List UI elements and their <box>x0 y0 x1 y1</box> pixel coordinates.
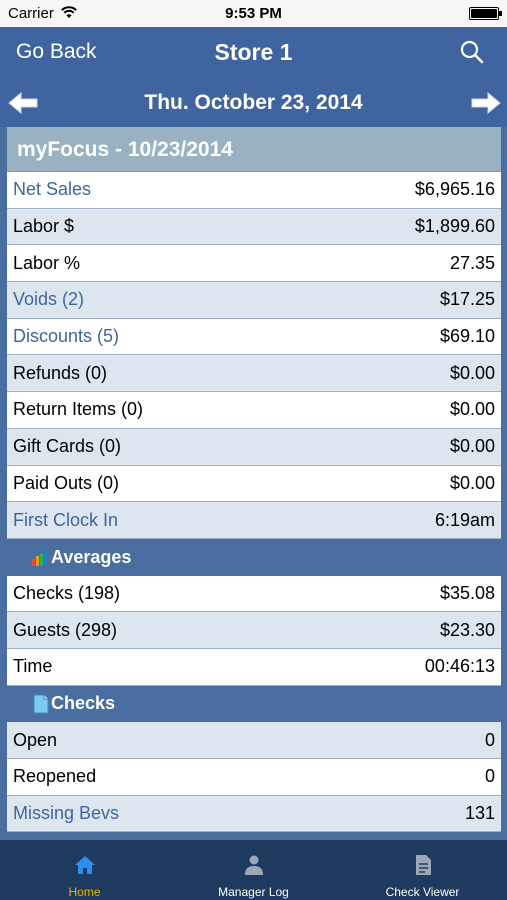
row-labor-percent: Labor % 27.35 <box>7 245 501 283</box>
row-value: $35.08 <box>439 582 495 603</box>
row-first-clock-in[interactable]: First Clock In 6:19am <box>7 502 501 539</box>
row-value: $6,965.16 <box>414 179 495 200</box>
focus-header: myFocus - 10/23/2014 <box>7 127 501 172</box>
row-net-sales[interactable]: Net Sales $6,965.16 <box>7 172 501 209</box>
row-label: Refunds (0) <box>13 362 108 383</box>
row-value: $0.00 <box>449 362 495 383</box>
row-value: 00:46:13 <box>424 656 495 677</box>
home-icon <box>74 856 95 874</box>
row-value: $0.00 <box>449 472 495 493</box>
report-content: myFocus - 10/23/2014 Net Sales $6,965.16… <box>7 127 501 833</box>
tab-bar: Home Manager Log Check Viewer <box>0 840 507 900</box>
navigation-bar: Go Back Store 1 <box>0 27 507 79</box>
row-label: Paid Outs (0) <box>13 472 120 493</box>
row-value: 131 <box>464 803 495 824</box>
tab-label: Manager Log <box>218 885 289 899</box>
row-value: 0 <box>484 729 495 750</box>
person-icon <box>244 855 263 875</box>
tab-manager-log[interactable]: Manager Log <box>169 840 338 900</box>
search-icon[interactable] <box>459 39 485 65</box>
date-bar: Thu. October 23, 2014 <box>0 79 507 127</box>
row-label: Labor % <box>13 252 81 273</box>
row-label: Guests (298) <box>13 619 118 640</box>
row-open: Open 0 <box>7 722 501 759</box>
status-bar: Carrier 9:53 PM <box>0 0 507 27</box>
tab-check-viewer[interactable]: Check Viewer <box>338 840 507 900</box>
row-paid-outs: Paid Outs (0) $0.00 <box>7 465 501 503</box>
tab-home[interactable]: Home <box>0 840 169 900</box>
row-value: $0.00 <box>449 399 495 420</box>
row-value: $69.10 <box>439 326 495 347</box>
document-icon <box>415 855 431 875</box>
averages-section-header: Averages <box>7 538 501 576</box>
row-gift-cards: Gift Cards (0) $0.00 <box>7 428 501 466</box>
row-label: Checks (198) <box>13 582 121 603</box>
status-time: 9:53 PM <box>225 5 282 22</box>
row-value: 0 <box>484 766 495 787</box>
row-value: $0.00 <box>449 436 495 457</box>
document-icon <box>33 694 49 714</box>
row-value: $1,899.60 <box>414 216 495 237</box>
row-label: Gift Cards (0) <box>13 436 122 457</box>
row-reopened: Reopened 0 <box>7 759 501 796</box>
row-label[interactable]: Missing Bevs <box>13 803 119 824</box>
row-discounts[interactable]: Discounts (5) $69.10 <box>7 318 501 356</box>
tab-label: Home <box>68 885 101 899</box>
row-label: Open <box>13 729 58 750</box>
row-checks: Checks (198) $35.08 <box>7 575 501 613</box>
row-label: Labor $ <box>13 216 75 237</box>
row-value: 6:19am <box>434 509 495 530</box>
row-voids[interactable]: Voids (2) $17.25 <box>7 282 501 319</box>
row-refunds: Refunds (0) $0.00 <box>7 355 501 393</box>
row-missing-bevs[interactable]: Missing Bevs 131 <box>7 795 501 833</box>
row-value: $17.25 <box>439 289 495 310</box>
row-value: 27.35 <box>449 252 495 273</box>
row-label: Time <box>13 656 53 677</box>
page-title: Store 1 <box>214 39 293 65</box>
row-label[interactable]: Net Sales <box>13 179 91 200</box>
row-label[interactable]: First Clock In <box>13 510 118 531</box>
row-guests: Guests (298) $23.30 <box>7 612 501 649</box>
battery-icon <box>469 7 502 20</box>
section-title: Averages <box>51 546 132 567</box>
row-labor-dollars: Labor $ $1,899.60 <box>7 208 501 246</box>
row-return-items: Return Items (0) $0.00 <box>7 392 501 429</box>
arrow-right-icon[interactable] <box>470 91 502 115</box>
row-label: Return Items (0) <box>13 399 144 420</box>
row-label[interactable]: Voids (2) <box>13 289 84 310</box>
row-label[interactable]: Discounts (5) <box>13 326 119 347</box>
row-value: $23.30 <box>439 619 495 640</box>
tab-label: Check Viewer <box>385 885 460 899</box>
bar-chart-icon <box>32 549 47 567</box>
row-label: Reopened <box>13 766 97 787</box>
checks-section-header: Checks <box>7 685 501 723</box>
row-time: Time 00:46:13 <box>7 648 501 686</box>
section-title: Checks <box>51 693 116 714</box>
current-date: Thu. October 23, 2014 <box>144 91 363 114</box>
